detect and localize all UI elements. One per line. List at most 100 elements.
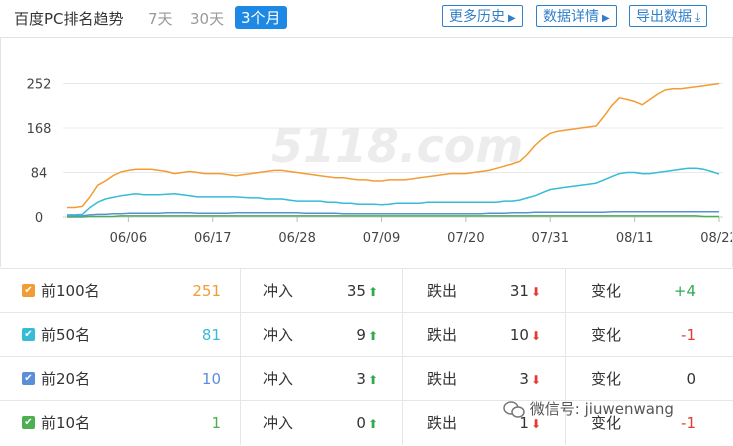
wechat-id: 微信号: jiuwenwang	[529, 400, 674, 418]
drop-value: 31	[509, 282, 529, 300]
range-3m[interactable]: 3个月	[235, 6, 287, 29]
divider	[240, 401, 241, 445]
arrow-down-icon: ⬇	[530, 373, 541, 387]
drop-value-wrap: 31 ⬇	[510, 269, 541, 313]
x-tick-label: 07/09	[363, 231, 400, 246]
stats-row-label-cell[interactable]: ✔ 前100名	[22, 269, 100, 313]
stats-row-label-cell[interactable]: ✔ 前10名	[22, 401, 90, 445]
divider	[402, 313, 403, 357]
change-label: 变化	[591, 282, 622, 300]
download-icon: ⤓	[695, 10, 701, 24]
arrow-down-icon: ⬇	[530, 285, 541, 299]
drop-value: 10	[509, 326, 529, 344]
enter-value: 35	[346, 282, 366, 300]
x-tick-label: 06/06	[110, 231, 147, 246]
drop-value-wrap: 3 ⬇	[519, 357, 541, 401]
enter-value-wrap: 35 ⬆	[347, 269, 378, 313]
arrow-down-icon: ⬇	[530, 329, 541, 343]
stats-row: ✔ 前100名 251 冲入 35 ⬆ 跌出 31 ⬇ 变化 +4	[0, 268, 733, 313]
change-value: -1	[681, 326, 696, 344]
x-tick-label: 07/20	[447, 231, 484, 246]
y-tick-label: 168	[27, 122, 52, 137]
change-value: 0	[686, 370, 696, 388]
header: 百度PC排名趋势 7天 30天 3个月 更多历史 ▶ 数据详情 ▶ 导出数据 ⤓	[0, 0, 733, 36]
export-data-button[interactable]: 导出数据 ⤓	[629, 5, 708, 27]
wechat-icon	[503, 400, 525, 418]
stats-row-label-cell[interactable]: ✔ 前20名	[22, 357, 90, 401]
divider	[240, 357, 241, 401]
drop-label: 跌出	[427, 414, 458, 432]
enter-value-wrap: 9 ⬆	[356, 313, 378, 357]
y-tick-label: 0	[35, 211, 43, 226]
enter-value-wrap: 3 ⬆	[356, 357, 378, 401]
divider	[565, 269, 566, 313]
chart-panel: 5118.com 252 168 84 0 06/06 06/17 06/28 07/09 07/…	[0, 37, 733, 267]
stats-row: ✔ 前50名 81 冲入 9 ⬆ 跌出 10 ⬇ 变化 -1	[0, 312, 733, 357]
data-details-button[interactable]: 数据详情 ▶	[536, 5, 617, 27]
enter-value: 0	[356, 414, 366, 432]
range-7d[interactable]: 7天	[148, 8, 173, 29]
divider	[565, 357, 566, 401]
divider	[565, 313, 566, 357]
x-tick-label: 06/28	[278, 231, 315, 246]
drop-value-wrap: 10 ⬇	[510, 313, 541, 357]
x-tick-label: 08/22	[700, 231, 732, 246]
change-label: 变化	[591, 370, 622, 388]
more-history-button[interactable]: 更多历史 ▶	[442, 5, 523, 27]
series-line	[67, 167, 720, 216]
checkbox-icon[interactable]: ✔	[22, 416, 35, 429]
drop-label: 跌出	[427, 326, 458, 344]
arrow-up-icon: ⬆	[367, 329, 378, 343]
checkbox-icon[interactable]: ✔	[22, 328, 35, 341]
page-title: 百度PC排名趋势	[14, 10, 124, 28]
change-value: -1	[681, 414, 696, 432]
arrow-up-icon: ⬆	[367, 285, 378, 299]
rank-label: 前100名	[41, 282, 100, 300]
rank-label: 前20名	[41, 370, 91, 388]
drop-label: 跌出	[427, 370, 458, 388]
drop-label: 跌出	[427, 282, 458, 300]
drop-value: 3	[519, 370, 529, 388]
stats-row-label-cell[interactable]: ✔ 前50名	[22, 313, 90, 357]
x-tick-label: 08/11	[616, 231, 653, 246]
enter-label: 冲入	[263, 370, 294, 388]
arrow-down-icon: ⬇	[530, 417, 541, 431]
enter-value-wrap: 0 ⬆	[356, 401, 378, 445]
enter-label: 冲入	[263, 326, 294, 344]
rank-count: 10	[201, 370, 221, 388]
enter-value: 9	[356, 326, 366, 344]
divider	[240, 269, 241, 313]
wechat-watermark: 微信号: jiuwenwang	[503, 398, 674, 419]
caret-right-icon: ▶	[602, 13, 610, 24]
more-history-label: 更多历史	[449, 9, 505, 25]
range-30d[interactable]: 30天	[190, 8, 224, 29]
enter-label: 冲入	[263, 414, 294, 432]
rank-count: 1	[211, 414, 221, 432]
stats-row: ✔ 前20名 10 冲入 3 ⬆ 跌出 3 ⬇ 变化 0	[0, 356, 733, 401]
trend-chart: 5118.com 252 168 84 0 06/06 06/17 06/28 07/09 07/…	[27, 78, 733, 246]
y-tick-label: 252	[27, 78, 52, 93]
caret-right-icon: ▶	[508, 13, 516, 24]
rank-label: 前10名	[41, 414, 91, 432]
y-tick-label: 84	[31, 167, 48, 182]
arrow-up-icon: ⬆	[367, 417, 378, 431]
chart-watermark: 5118.com	[271, 119, 523, 173]
x-tick-label: 07/31	[532, 231, 569, 246]
divider	[402, 401, 403, 445]
divider	[402, 357, 403, 401]
divider	[240, 313, 241, 357]
rank-count: 81	[201, 326, 221, 344]
data-details-label: 数据详情	[543, 9, 599, 25]
arrow-up-icon: ⬆	[367, 373, 378, 387]
checkbox-icon[interactable]: ✔	[22, 284, 35, 297]
enter-value: 3	[356, 370, 366, 388]
change-value: +4	[673, 282, 696, 300]
rank-label: 前50名	[41, 326, 91, 344]
rank-count: 251	[192, 282, 221, 300]
checkbox-icon[interactable]: ✔	[22, 372, 35, 385]
change-label: 变化	[591, 326, 622, 344]
export-data-label: 导出数据	[636, 9, 692, 25]
enter-label: 冲入	[263, 282, 294, 300]
divider	[402, 269, 403, 313]
x-tick-label: 06/17	[194, 231, 231, 246]
